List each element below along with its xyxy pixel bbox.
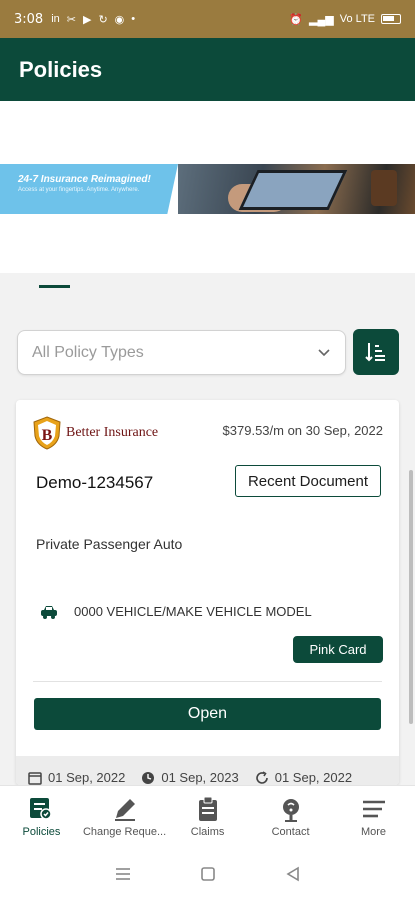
- renewal-date-text: 01 Sep, 2022: [274, 770, 353, 785]
- car-icon: [41, 605, 57, 619]
- clipboard-icon: [198, 796, 217, 821]
- nav-more-label: More: [360, 826, 387, 838]
- nav-contact-label: Contact: [271, 826, 310, 838]
- policy-card: B Better Insurance $379.53/m on 30 Sep, …: [16, 400, 399, 785]
- start-date: 01 Sep, 2022: [28, 770, 125, 785]
- banner-photo: [178, 164, 415, 214]
- page-title: Policies: [19, 56, 103, 82]
- pink-card-button[interactable]: Pink Card: [293, 636, 383, 663]
- policy-type-value: All Policy Types: [32, 343, 144, 361]
- nav-policies[interactable]: Policies: [0, 786, 83, 848]
- menu-icon: [362, 800, 385, 818]
- dot-icon: •: [131, 13, 136, 25]
- app-bar: Policies: [0, 38, 415, 101]
- carousel-indicator: [39, 285, 70, 288]
- back-icon[interactable]: [284, 865, 302, 883]
- sort-button[interactable]: [353, 329, 399, 375]
- svg-text:B: B: [42, 427, 53, 444]
- nav-more[interactable]: More: [332, 786, 415, 848]
- calendar-icon: [28, 771, 42, 785]
- nav-policies-label: Policies: [22, 826, 61, 838]
- nav-contact[interactable]: Contact: [249, 786, 332, 848]
- status-bar: 3:08 in ✂ ▶ ↻ ◉ • ⏰ ▂▄▆ Vo LTE: [0, 0, 415, 38]
- home-icon[interactable]: [199, 865, 217, 883]
- pencil-icon: [114, 799, 135, 821]
- banner-cup: [371, 170, 397, 206]
- notification-icons: in ✂ ▶ ↻ ◉ •: [51, 13, 135, 26]
- premium-amount: $379.53/m on 30 Sep, 2022: [222, 423, 383, 438]
- end-date: 01 Sep, 2023: [141, 770, 239, 785]
- policy-type-select[interactable]: All Policy Types: [17, 330, 346, 375]
- policy-dates-row: 01 Sep, 2022 01 Sep, 2023 01 Sep, 2022: [16, 756, 399, 785]
- sort-icon: [365, 343, 385, 362]
- policy-type-label: Private Passenger Auto: [36, 536, 183, 552]
- clock-icon: [142, 771, 155, 784]
- headset-icon: [282, 799, 299, 822]
- system-icons: ⏰ ▂▄▆ Vo LTE: [289, 13, 401, 26]
- refresh-icon: [255, 770, 268, 784]
- nav-change-request-label: Change Reque...: [82, 826, 167, 838]
- policies-icon: [30, 798, 53, 820]
- promo-banner[interactable]: 24-7 Insurance Reimagined! Access at you…: [0, 164, 415, 214]
- banner-headline: 24-7 Insurance Reimagined!: [18, 174, 151, 185]
- network-label: Vo LTE: [339, 13, 375, 25]
- end-date-text: 01 Sep, 2023: [161, 770, 239, 785]
- banner-area: 24-7 Insurance Reimagined! Access at you…: [0, 101, 415, 273]
- linkedin-icon: in: [51, 13, 60, 25]
- open-button[interactable]: Open: [34, 698, 381, 730]
- vehicle-name: 0000 VEHICLE/MAKE VEHICLE MODEL: [74, 604, 312, 619]
- scrollbar[interactable]: [409, 470, 413, 724]
- banner-tablet: [238, 170, 348, 210]
- shield-logo-icon: B: [33, 416, 61, 450]
- insurer-name: Better Insurance: [66, 425, 159, 440]
- recent-apps-icon[interactable]: [114, 865, 132, 883]
- banner-text-panel: 24-7 Insurance Reimagined! Access at you…: [0, 164, 178, 214]
- nav-claims[interactable]: Claims: [166, 786, 249, 848]
- insurer-logo: B Better Insurance: [32, 416, 158, 450]
- alarm-icon: ⏰: [289, 13, 304, 26]
- battery-icon: [381, 14, 401, 24]
- system-navigation-bar: [0, 848, 415, 900]
- card-divider: [33, 681, 382, 682]
- chevron-down-icon: [318, 348, 330, 356]
- bottom-navigation: Policies Change Reque... Claims Contact: [0, 785, 415, 848]
- vehicle-row: 0000 VEHICLE/MAKE VEHICLE MODEL: [40, 604, 312, 619]
- recent-document-button[interactable]: Recent Document: [235, 465, 381, 497]
- sync-icon: ↻: [98, 13, 108, 26]
- status-time: 3:08: [14, 11, 44, 27]
- renewal-date: 01 Sep, 2022: [255, 770, 352, 785]
- signal-icon: ▂▄▆: [309, 13, 334, 26]
- nav-change-request[interactable]: Change Reque...: [83, 786, 166, 848]
- start-date-text: 01 Sep, 2022: [48, 770, 126, 785]
- youtube-icon: ▶: [82, 13, 92, 26]
- dialpad-icon: ✂: [66, 13, 76, 26]
- nav-claims-label: Claims: [190, 826, 225, 838]
- policy-number: Demo-1234567: [36, 473, 154, 492]
- chrome-icon: ◉: [114, 13, 125, 26]
- banner-subline: Access at your fingertips. Anytime. Anyw…: [18, 187, 140, 193]
